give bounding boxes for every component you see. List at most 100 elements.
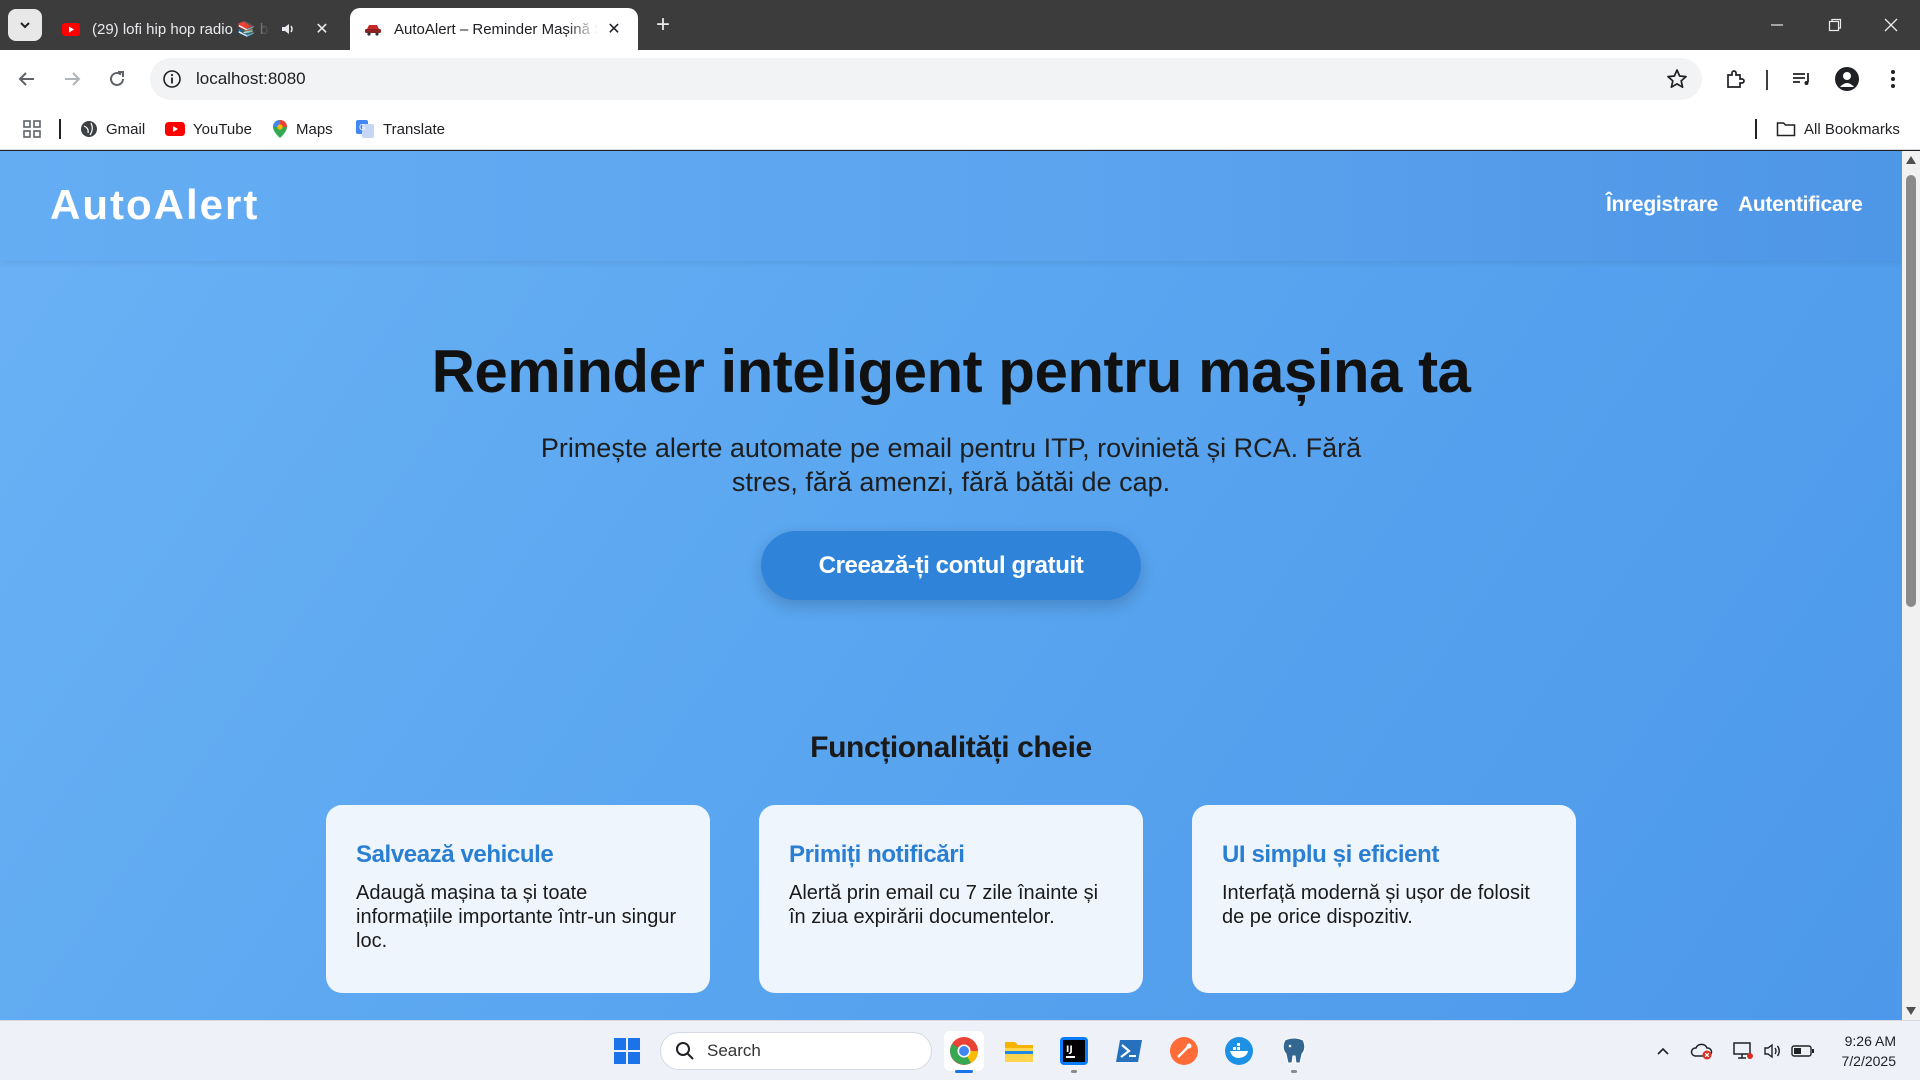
restore-button[interactable] bbox=[1806, 0, 1864, 50]
running-indicator bbox=[1071, 1070, 1077, 1073]
windows-taskbar: Search IJ 9:26 AM 7/2/2025 bbox=[0, 1020, 1920, 1080]
close-window-button[interactable] bbox=[1862, 0, 1920, 50]
bookmarks-divider bbox=[1755, 119, 1757, 139]
reload-icon bbox=[110, 71, 124, 86]
feature-card-text: Interfață modernă și ușor de folosit de … bbox=[1222, 882, 1530, 928]
profile-avatar[interactable] bbox=[1834, 66, 1860, 92]
taskbar-chrome[interactable] bbox=[944, 1031, 984, 1073]
extensions-icon[interactable] bbox=[1722, 66, 1748, 92]
new-tab-button[interactable]: + bbox=[650, 12, 676, 38]
windows-logo-icon bbox=[614, 1038, 640, 1064]
network-icon[interactable] bbox=[1731, 1039, 1755, 1063]
tab-search-button[interactable] bbox=[8, 9, 42, 41]
folder-icon bbox=[1005, 1042, 1033, 1062]
scroll-down-arrow-icon[interactable] bbox=[1906, 1007, 1916, 1015]
postman-icon bbox=[1170, 1037, 1198, 1065]
taskbar-pgadmin[interactable] bbox=[1274, 1031, 1314, 1073]
nav-register-link[interactable]: Înregistrare bbox=[1606, 193, 1718, 217]
bookmarks-divider bbox=[59, 119, 61, 139]
globe-icon bbox=[81, 121, 97, 137]
back-button[interactable] bbox=[11, 63, 43, 95]
minimize-button[interactable] bbox=[1748, 0, 1806, 50]
forward-button[interactable] bbox=[56, 63, 88, 95]
arrow-right-icon bbox=[65, 72, 81, 86]
folder-icon bbox=[1776, 122, 1796, 137]
close-tab-icon[interactable]: ✕ bbox=[604, 19, 624, 39]
intellij-icon: IJ bbox=[1060, 1037, 1088, 1065]
site-header: AutoAlert Înregistrare Autentificare bbox=[0, 151, 1902, 261]
postgresql-elephant-icon bbox=[1282, 1037, 1306, 1064]
powershell-icon bbox=[1116, 1040, 1142, 1062]
feature-card: UI simplu și eficient Interfață modernă … bbox=[1192, 805, 1576, 993]
all-bookmarks-button[interactable]: All Bookmarks bbox=[1776, 117, 1900, 141]
bookmark-maps[interactable]: Maps bbox=[272, 117, 333, 141]
close-tab-icon[interactable]: ✕ bbox=[312, 19, 332, 39]
maps-pin-icon bbox=[273, 120, 287, 138]
running-indicator bbox=[1291, 1070, 1297, 1073]
onedrive-error-icon[interactable] bbox=[1690, 1039, 1714, 1063]
tab-title: (29) lofi hip hop radio 📚 beats to relax… bbox=[92, 21, 270, 38]
bookmark-translate[interactable]: G Translate bbox=[355, 117, 445, 141]
clock-date: 7/2/2025 bbox=[1841, 1053, 1897, 1069]
nav-login-link[interactable]: Autentificare bbox=[1738, 193, 1863, 217]
site-info-icon[interactable] bbox=[162, 69, 182, 94]
browser-toolbar: localhost:8080 bbox=[0, 50, 1920, 108]
feature-card-text: Adaugă mașina ta și toate informațiile i… bbox=[356, 882, 677, 952]
svg-text:IJ: IJ bbox=[1066, 1045, 1073, 1055]
scroll-up-arrow-icon[interactable] bbox=[1906, 156, 1916, 164]
translate-icon: G bbox=[356, 120, 374, 138]
close-icon bbox=[1884, 18, 1898, 32]
address-bar[interactable]: localhost:8080 bbox=[150, 58, 1702, 100]
restore-icon bbox=[1828, 18, 1842, 32]
site-logo[interactable]: AutoAlert bbox=[50, 181, 259, 229]
taskbar-search[interactable]: Search bbox=[660, 1032, 932, 1070]
hero-title: Reminder inteligent pentru mașina ta bbox=[431, 338, 1471, 405]
system-clock[interactable]: 9:26 AM 7/2/2025 bbox=[1824, 1031, 1897, 1071]
toolbar-divider bbox=[1766, 70, 1768, 90]
arrow-left-icon bbox=[18, 72, 34, 86]
search-placeholder: Search bbox=[707, 1041, 761, 1060]
feature-card-title: UI simplu și eficient bbox=[1222, 841, 1439, 868]
bookmark-youtube[interactable]: YouTube bbox=[165, 117, 252, 141]
all-bookmarks-label: All Bookmarks bbox=[1804, 120, 1900, 138]
minimize-icon bbox=[1771, 24, 1783, 26]
chrome-icon bbox=[950, 1037, 978, 1065]
bookmark-label: YouTube bbox=[193, 120, 252, 138]
apps-grid-icon[interactable] bbox=[22, 117, 50, 141]
page-scrollbar[interactable] bbox=[1902, 151, 1920, 1020]
show-hidden-icons-chevron-icon[interactable] bbox=[1651, 1039, 1675, 1063]
taskbar-intellij[interactable]: IJ bbox=[1054, 1031, 1094, 1073]
feature-card-title: Primiți notificări bbox=[789, 841, 965, 868]
clock-time: 9:26 AM bbox=[1844, 1033, 1896, 1049]
battery-icon[interactable] bbox=[1791, 1039, 1815, 1063]
bookmark-label: Maps bbox=[296, 120, 333, 138]
create-account-button[interactable]: Creează-ți contul gratuit bbox=[761, 531, 1141, 600]
taskbar-powershell[interactable] bbox=[1109, 1031, 1149, 1071]
reload-button[interactable] bbox=[101, 63, 133, 95]
page-viewport: AutoAlert Înregistrare Autentificare Rem… bbox=[0, 151, 1902, 1020]
bookmark-label: Translate bbox=[383, 120, 445, 138]
bookmark-label: Gmail bbox=[106, 120, 146, 138]
car-icon bbox=[364, 20, 382, 38]
media-controls-icon[interactable] bbox=[1788, 66, 1814, 92]
start-button[interactable] bbox=[607, 1031, 647, 1071]
youtube-icon bbox=[62, 20, 80, 38]
bookmarks-bar: Gmail YouTube Maps G Translate All Bookm… bbox=[0, 108, 1920, 150]
scrollbar-thumb[interactable] bbox=[1906, 175, 1916, 607]
search-icon bbox=[676, 1042, 694, 1060]
feature-card-text: Alertă prin email cu 7 zile înainte și î… bbox=[789, 882, 1099, 928]
docker-icon bbox=[1225, 1037, 1253, 1065]
volume-icon[interactable] bbox=[1761, 1039, 1785, 1063]
tab-youtube[interactable]: (29) lofi hip hop radio 📚 beats to relax… bbox=[48, 8, 346, 50]
taskbar-docker[interactable] bbox=[1219, 1031, 1259, 1071]
speaker-icon[interactable] bbox=[280, 21, 296, 37]
taskbar-file-explorer[interactable] bbox=[999, 1031, 1039, 1071]
url-text[interactable]: localhost:8080 bbox=[196, 69, 306, 89]
more-menu-icon[interactable] bbox=[1880, 66, 1906, 92]
bookmark-gmail[interactable]: Gmail bbox=[80, 117, 145, 141]
youtube-icon bbox=[165, 122, 185, 136]
taskbar-postman[interactable] bbox=[1164, 1031, 1204, 1071]
bookmark-star-icon[interactable] bbox=[1666, 68, 1688, 95]
tab-autoalert[interactable]: AutoAlert – Reminder Mașină Smart ✕ bbox=[350, 8, 638, 50]
feature-card: Primiți notificări Alertă prin email cu … bbox=[759, 805, 1143, 993]
